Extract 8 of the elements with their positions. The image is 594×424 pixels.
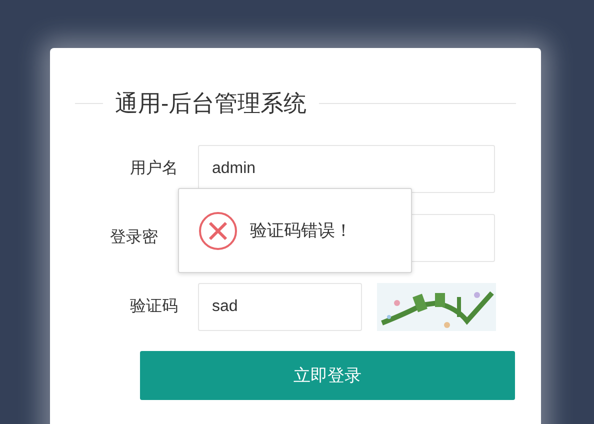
username-input[interactable]: admin: [198, 145, 495, 193]
toast-message: 验证码错误！: [250, 220, 352, 242]
field-label: 验证码: [130, 297, 179, 317]
page-title: 通用-后台管理系统: [115, 92, 307, 115]
error-icon: [198, 210, 238, 250]
field-label: 用户名: [130, 158, 179, 179]
field-label: 登录密: [110, 228, 159, 248]
captcha-input[interactable]: sad: [198, 283, 362, 331]
